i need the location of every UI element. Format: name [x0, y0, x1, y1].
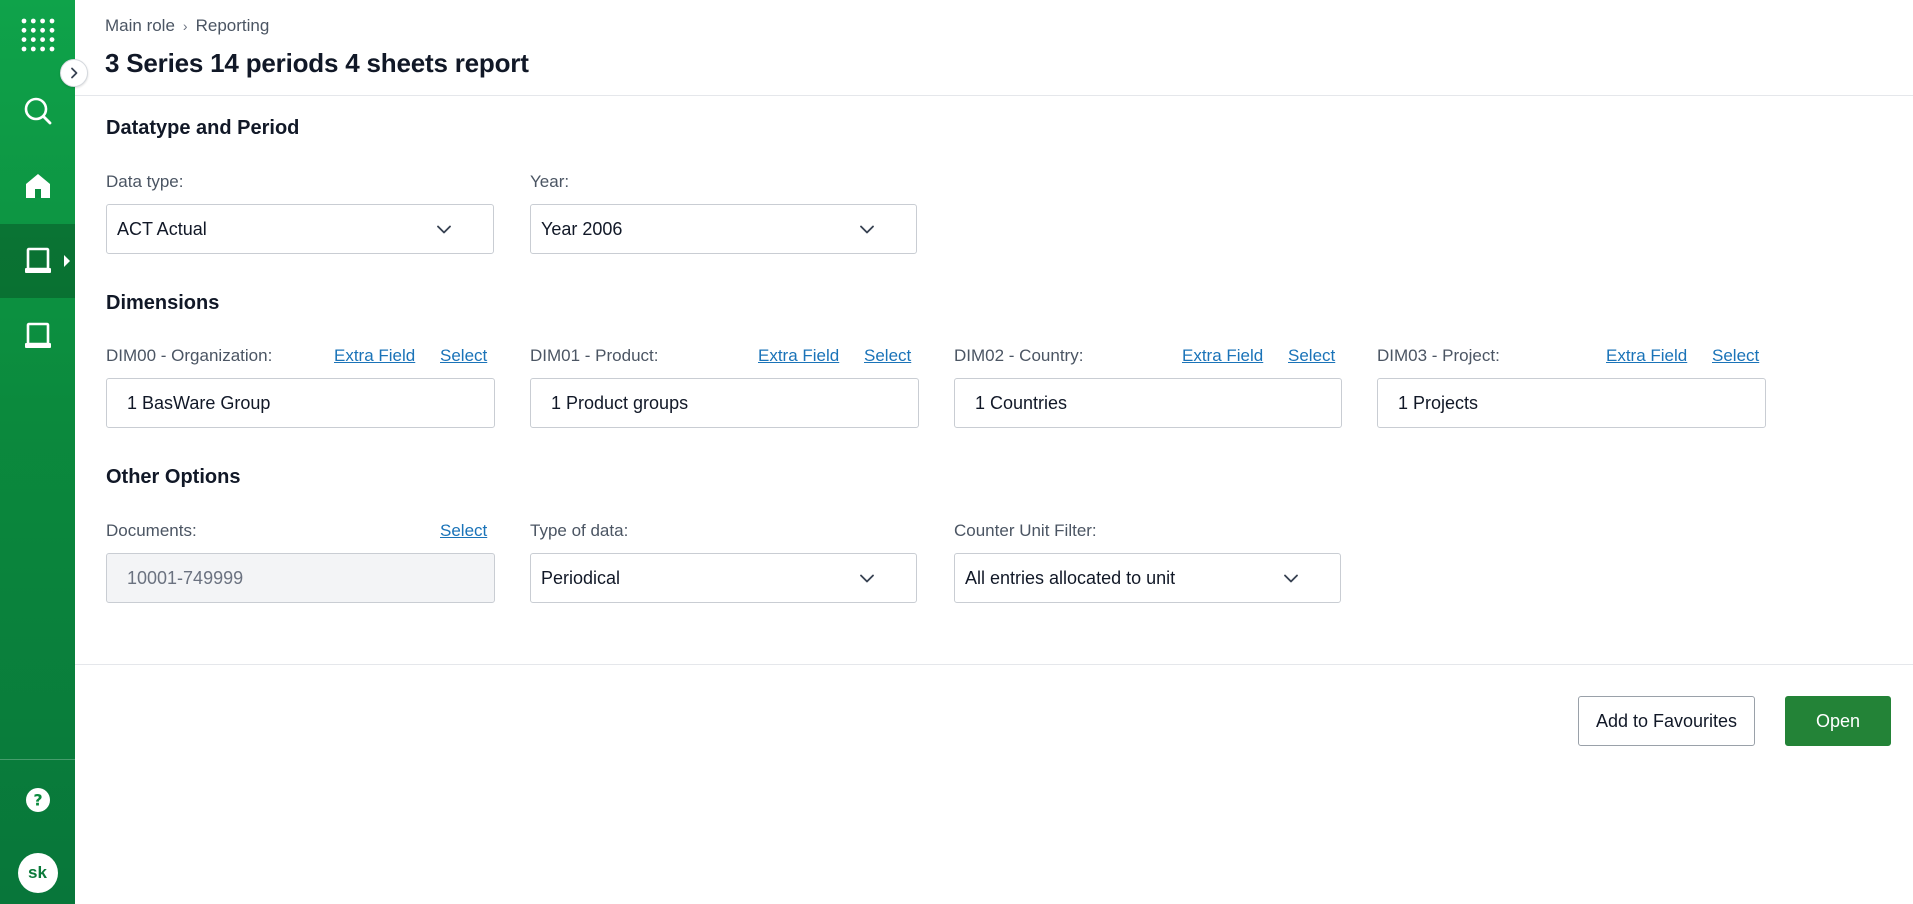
user-avatar-button[interactable]: sk — [0, 852, 75, 894]
active-caret-icon — [64, 255, 70, 267]
sidebar-divider — [0, 759, 75, 760]
breadcrumb-current: Reporting — [195, 16, 270, 35]
home-icon[interactable] — [0, 161, 75, 211]
counter-unit-filter-label: Counter Unit Filter: — [954, 521, 1097, 540]
section-title-dimensions: Dimensions — [106, 292, 220, 314]
dim01-value: 1 Product groups — [551, 392, 689, 413]
data-type-select[interactable]: ACT Actual — [106, 204, 494, 254]
svg-text:?: ? — [33, 791, 42, 810]
data-type-label: Data type: — [106, 172, 184, 191]
section-title-other-options: Other Options — [106, 466, 241, 488]
documents-select-link[interactable]: Select — [440, 521, 487, 541]
dim03-input[interactable]: 1 Projects — [1377, 378, 1766, 428]
dim01-extra-field-link[interactable]: Extra Field — [758, 346, 839, 366]
footer-divider — [75, 664, 1913, 665]
chevron-right-icon — [71, 67, 78, 79]
breadcrumb-separator: › — [182, 18, 188, 34]
documents-value: 10001-749999 — [127, 567, 244, 588]
header-divider — [75, 95, 1913, 96]
dim02-label: DIM02 - Country: — [954, 346, 1084, 365]
dim03-select-link[interactable]: Select — [1712, 346, 1759, 366]
dim00-extra-field-link[interactable]: Extra Field — [334, 346, 415, 366]
section-title-datatype-period: Datatype and Period — [106, 117, 300, 139]
breadcrumb: Main role › Reporting — [105, 16, 269, 36]
documents-input: 10001-749999 — [106, 553, 495, 603]
open-button[interactable]: Open — [1785, 696, 1891, 746]
type-of-data-value: Periodical — [541, 567, 621, 588]
expand-sidebar-button[interactable] — [60, 59, 88, 87]
counter-unit-filter-value: All entries allocated to unit — [965, 567, 1176, 588]
page-title: 3 Series 14 periods 4 sheets report — [105, 48, 529, 78]
dim02-select-link[interactable]: Select — [1288, 346, 1335, 366]
dim01-label: DIM01 - Product: — [530, 346, 659, 365]
sidebar: ? sk — [0, 0, 75, 904]
reporting-icon[interactable] — [0, 224, 75, 298]
type-of-data-label: Type of data: — [530, 521, 629, 540]
dim00-label: DIM00 - Organization: — [106, 346, 273, 365]
reports-icon[interactable] — [0, 311, 75, 361]
chevron-down-icon — [860, 574, 874, 582]
avatar: sk — [17, 853, 58, 893]
dim02-input[interactable]: 1 Countries — [954, 378, 1342, 428]
dim00-value: 1 BasWare Group — [127, 392, 271, 413]
dim03-extra-field-link[interactable]: Extra Field — [1606, 346, 1687, 366]
breadcrumb-root[interactable]: Main role — [105, 16, 175, 36]
year-label: Year: — [530, 172, 570, 191]
search-icon[interactable] — [0, 86, 75, 136]
chevron-down-icon — [437, 225, 451, 233]
year-value: Year 2006 — [541, 218, 623, 239]
dim03-label: DIM03 - Project: — [1377, 346, 1500, 365]
grid-menu-icon[interactable] — [0, 12, 75, 58]
chevron-down-icon — [860, 225, 874, 233]
help-icon[interactable]: ? — [0, 780, 75, 820]
dim02-value: 1 Countries — [975, 392, 1068, 413]
dim01-select-link[interactable]: Select — [864, 346, 911, 366]
type-of-data-select[interactable]: Periodical — [530, 553, 917, 603]
year-select[interactable]: Year 2006 — [530, 204, 917, 254]
chevron-down-icon — [1284, 574, 1298, 582]
dim02-extra-field-link[interactable]: Extra Field — [1182, 346, 1263, 366]
data-type-value: ACT Actual — [117, 218, 207, 239]
counter-unit-filter-select[interactable]: All entries allocated to unit — [954, 553, 1341, 603]
dim01-input[interactable]: 1 Product groups — [530, 378, 919, 428]
dim03-value: 1 Projects — [1398, 392, 1479, 413]
dim00-select-link[interactable]: Select — [440, 346, 487, 366]
documents-label: Documents: — [106, 521, 197, 540]
dim00-input[interactable]: 1 BasWare Group — [106, 378, 495, 428]
add-to-favourites-button[interactable]: Add to Favourites — [1578, 696, 1755, 746]
